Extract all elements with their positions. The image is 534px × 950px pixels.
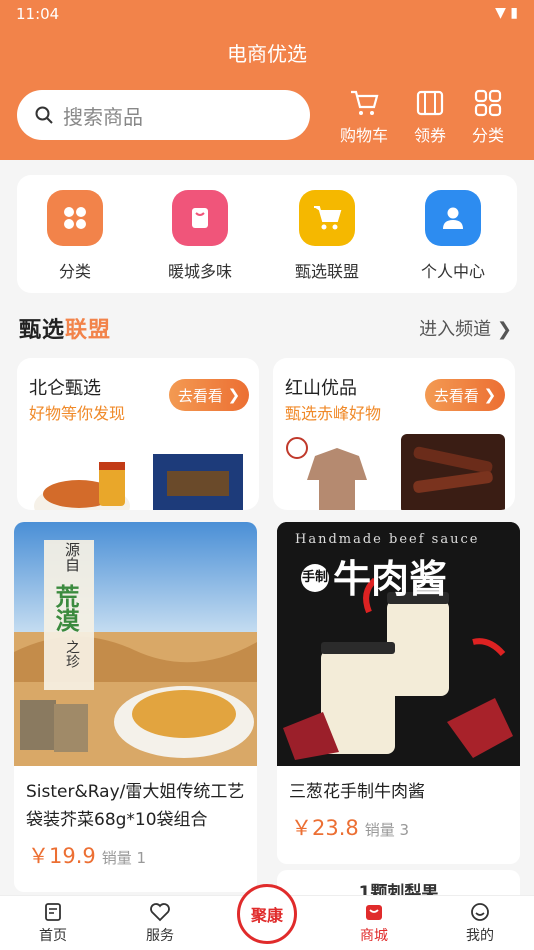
category-card: 分类 暖城多味 甄选联盟 个人中心 bbox=[17, 175, 517, 293]
tab-label: 我的 bbox=[466, 928, 494, 944]
tab-mine[interactable]: 我的 bbox=[440, 902, 520, 945]
go-see-label: 去看看 bbox=[433, 386, 479, 405]
tab-label: 首页 bbox=[39, 928, 67, 944]
logo-icon: 聚康 bbox=[250, 906, 283, 925]
product-image-text: 源自 bbox=[63, 542, 81, 572]
shop-icon bbox=[366, 905, 382, 920]
product-sales: 销量 3 bbox=[364, 821, 410, 839]
cart-button[interactable]: 购物车 bbox=[334, 88, 394, 146]
category-label: 甄选联盟 bbox=[294, 262, 359, 281]
product-image-text: 荒漠 bbox=[51, 584, 79, 632]
product-card[interactable]: 源自 荒漠 之珍 Sister&Ray/雷大姐传统工艺袋装芥菜68g*10袋组合… bbox=[14, 522, 257, 892]
section-title: 甄选联盟 bbox=[19, 312, 111, 344]
tab-label: 服务 bbox=[146, 928, 174, 944]
coupon-button[interactable]: 领券 bbox=[400, 88, 460, 146]
product-image-text: 手制 bbox=[301, 564, 329, 592]
shop-name: 红山优品 bbox=[285, 378, 357, 399]
product-price-row: ￥19.9 销量 1 bbox=[14, 834, 257, 870]
category-button[interactable]: 分类 bbox=[458, 88, 518, 146]
go-see-button[interactable]: 去看看 ❯ bbox=[425, 379, 505, 411]
section-title-a: 甄选 bbox=[19, 318, 66, 343]
product-price-row: ￥23.8 销量 3 bbox=[277, 806, 520, 842]
enter-channel-link[interactable]: 进入频道 ❯ bbox=[419, 315, 512, 341]
shop-card[interactable]: 红山优品 甄选赤峰好物 去看看 ❯ bbox=[273, 358, 515, 510]
coupon-icon bbox=[416, 90, 444, 116]
product-image-text: Handmade beef sauce bbox=[295, 532, 480, 547]
category-label: 个人中心 bbox=[420, 262, 485, 281]
smile-icon bbox=[471, 903, 489, 921]
status-time: 11:04 bbox=[16, 5, 60, 23]
chevron-right-icon: ❯ bbox=[496, 319, 512, 340]
shop-card[interactable]: 北仑甄选 好物等你发现 去看看 ❯ bbox=[17, 358, 259, 510]
section-title-b: 联盟 bbox=[65, 318, 112, 343]
shop-name: 北仑甄选 bbox=[29, 378, 101, 399]
go-see-label: 去看看 bbox=[177, 386, 223, 405]
tab-mall[interactable]: 商城 bbox=[334, 902, 414, 945]
bag-icon bbox=[172, 190, 228, 246]
product-name: Sister&Ray/雷大姐传统工艺袋装芥菜68g*10袋组合 bbox=[26, 782, 245, 830]
cart-label: 购物车 bbox=[339, 126, 388, 145]
category-item-profile[interactable]: 个人中心 bbox=[395, 190, 511, 282]
product-image-text: 之珍 bbox=[64, 640, 80, 668]
category-label: 暖城多味 bbox=[167, 262, 232, 281]
category-item-zhenxuan[interactable]: 甄选联盟 bbox=[269, 190, 385, 282]
tab-jukang-logo[interactable]: 聚康 bbox=[237, 884, 297, 944]
product-price: ￥23.8 bbox=[291, 816, 359, 840]
product-image-text: 牛肉酱 bbox=[333, 556, 448, 601]
category-label: 分类 bbox=[471, 126, 504, 145]
enter-channel-label: 进入频道 bbox=[419, 319, 492, 340]
product-price: ￥19.9 bbox=[28, 844, 96, 868]
coupon-label: 领券 bbox=[413, 126, 446, 145]
grid-icon bbox=[474, 89, 502, 117]
grid-icon bbox=[47, 190, 103, 246]
category-item-fenlei[interactable]: 分类 bbox=[17, 190, 133, 282]
cart-icon bbox=[351, 90, 379, 115]
search-icon bbox=[35, 106, 53, 124]
page-title: 电商优选 bbox=[227, 42, 307, 66]
home-icon bbox=[45, 903, 61, 921]
category-item-nuancheng[interactable]: 暖城多味 bbox=[142, 190, 258, 282]
product-sales: 销量 1 bbox=[101, 849, 147, 867]
shop-slogan: 甄选赤峰好物 bbox=[285, 404, 382, 423]
product-name: 三葱花手制牛肉酱 bbox=[289, 782, 425, 802]
search-placeholder: 搜索商品 bbox=[63, 104, 143, 129]
status-icons: ▼ ▮ bbox=[495, 5, 518, 21]
shop-slogan: 好物等你发现 bbox=[29, 404, 126, 423]
product-card[interactable]: Handmade beef sauce 牛肉酱 手制 三葱花手制牛肉酱 ￥23.… bbox=[277, 522, 520, 864]
product-image: Handmade beef sauce 牛肉酱 手制 bbox=[277, 522, 520, 766]
search-input[interactable]: 搜索商品 bbox=[17, 90, 310, 140]
cart-icon bbox=[299, 190, 355, 246]
tab-home[interactable]: 首页 bbox=[13, 902, 93, 945]
heart-icon bbox=[150, 903, 170, 922]
user-icon bbox=[425, 190, 481, 246]
tab-service[interactable]: 服务 bbox=[120, 902, 200, 945]
tab-label: 商城 bbox=[360, 928, 388, 944]
shop-product-image bbox=[286, 434, 505, 510]
category-label: 分类 bbox=[58, 262, 91, 281]
product-image: 源自 荒漠 之珍 bbox=[14, 522, 257, 766]
shop-product-image bbox=[34, 454, 243, 510]
header-bar: 11:04 ▼ ▮ 电商优选 搜索商品 购物车 领券 分类 bbox=[0, 0, 534, 160]
go-see-button[interactable]: 去看看 ❯ bbox=[169, 379, 249, 411]
